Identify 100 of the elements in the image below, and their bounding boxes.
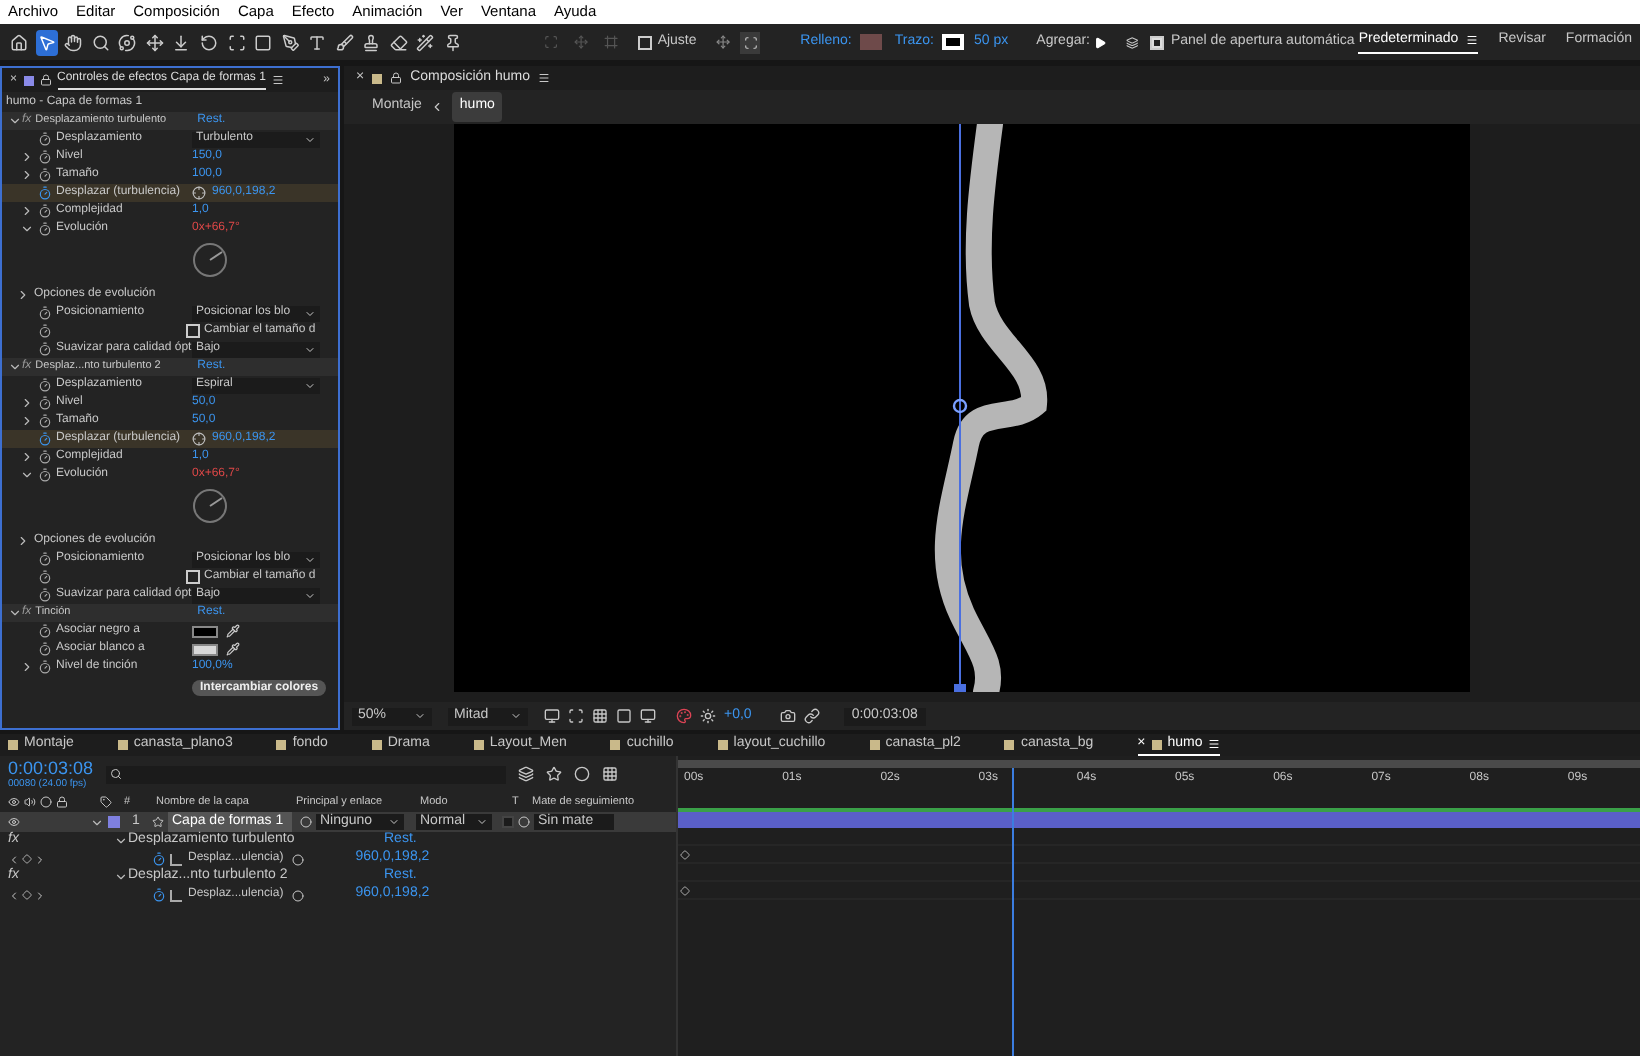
camera-icon[interactable] (779, 708, 796, 724)
label-icon[interactable] (100, 796, 112, 808)
eyedropper-icon[interactable] (226, 624, 240, 638)
fill-swatch[interactable] (859, 34, 883, 50)
keyframe-icon[interactable] (22, 854, 32, 864)
stopwatch-icon[interactable] (38, 204, 52, 218)
lock-icon[interactable] (39, 74, 52, 86)
menu-icon[interactable] (271, 74, 284, 86)
home-tool-button[interactable] (8, 29, 32, 55)
pin-tool-button[interactable] (441, 29, 465, 55)
previous-keyframe-icon[interactable] (8, 889, 20, 901)
keyframe-icon (680, 849, 690, 859)
pick-whip-icon[interactable] (291, 853, 304, 865)
orbit-tool-button[interactable] (116, 29, 140, 55)
lock-icon[interactable] (390, 72, 403, 84)
stroke-swatch[interactable] (941, 34, 965, 50)
stopwatch-icon[interactable] (38, 306, 52, 320)
checkbox[interactable] (186, 570, 200, 584)
pick-whip-icon[interactable] (291, 889, 304, 901)
stopwatch-icon[interactable] (38, 432, 52, 446)
pick-whip-icon[interactable] (518, 816, 530, 828)
stopwatch-icon[interactable] (38, 588, 52, 602)
stopwatch-icon[interactable] (38, 168, 52, 182)
stopwatch-icon[interactable] (38, 342, 52, 356)
eye-icon[interactable] (8, 816, 20, 828)
checkbox[interactable] (637, 35, 652, 49)
color-swatch[interactable] (192, 643, 218, 655)
speaker-icon[interactable] (24, 796, 36, 808)
monitor-icon[interactable] (544, 708, 560, 724)
current-timecode[interactable]: 0:00:03:08 (8, 758, 94, 778)
next-keyframe-icon[interactable] (34, 889, 46, 901)
label-color[interactable] (108, 816, 120, 828)
chevron-down-icon (304, 133, 316, 145)
chevron-icon (429, 100, 444, 114)
stopwatch-icon[interactable] (38, 378, 52, 392)
stopwatch-icon[interactable] (38, 660, 52, 674)
stopwatch-icon[interactable] (152, 852, 166, 866)
menu-icon[interactable] (1208, 738, 1221, 750)
stopwatch-icon[interactable] (38, 570, 52, 584)
type-icon (308, 33, 327, 51)
brush-icon (335, 33, 354, 51)
star-icon[interactable] (545, 766, 562, 782)
stopwatch-icon[interactable] (38, 450, 52, 464)
monitor-icon[interactable] (640, 708, 656, 724)
square-icon[interactable] (616, 708, 632, 724)
hand-tool-button[interactable] (62, 29, 86, 55)
next-keyframe-icon[interactable] (34, 853, 46, 865)
dial-drawing[interactable] (192, 242, 228, 278)
pen-icon (281, 33, 300, 51)
stopwatch-icon[interactable] (38, 414, 52, 428)
stopwatch-icon[interactable] (38, 552, 52, 566)
scan-icon (227, 33, 246, 51)
pointer-tool-button[interactable] (35, 29, 59, 55)
grid-icon[interactable] (592, 708, 608, 724)
home-icon (10, 33, 29, 51)
stopwatch-icon[interactable] (38, 222, 52, 236)
crosshair-icon[interactable] (192, 186, 206, 200)
checkbox[interactable] (186, 324, 200, 338)
scan-icon[interactable] (568, 708, 584, 724)
stopwatch-icon[interactable] (38, 624, 52, 638)
wand-tool-button[interactable] (413, 29, 437, 55)
dial-drawing[interactable] (192, 488, 228, 524)
layers-icon[interactable] (517, 766, 534, 782)
chevron-down-icon (304, 379, 316, 391)
label-swatch (23, 75, 34, 85)
pick-whip-icon[interactable] (300, 816, 312, 828)
color-swatch[interactable] (192, 625, 218, 637)
lock-icon[interactable] (56, 796, 68, 808)
previous-keyframe-icon[interactable] (8, 853, 20, 865)
pen-tool-button[interactable] (278, 29, 302, 55)
stamp-tool-button[interactable] (359, 29, 383, 55)
crosshair-icon[interactable] (192, 432, 206, 446)
stopwatch-icon[interactable] (38, 324, 52, 338)
search-field[interactable] (105, 765, 506, 783)
brush-tool-button[interactable] (332, 29, 356, 55)
link-icon[interactable] (803, 708, 820, 724)
sun-icon[interactable] (700, 708, 716, 724)
eyedropper-icon[interactable] (226, 642, 240, 656)
checkbox[interactable] (1150, 35, 1165, 49)
eraser-icon (389, 33, 408, 51)
palette-icon[interactable] (676, 708, 692, 724)
stopwatch-icon[interactable] (38, 186, 52, 200)
chevron-down-icon (304, 343, 316, 355)
stopwatch-icon[interactable] (38, 642, 52, 656)
eye-icon[interactable] (8, 796, 20, 808)
menu-icon[interactable] (538, 72, 551, 84)
solo-icon[interactable] (40, 796, 52, 808)
move-icon[interactable] (716, 34, 731, 50)
expand-button[interactable] (740, 31, 761, 53)
keyframe-icon[interactable] (22, 890, 32, 900)
stopwatch-icon[interactable] (152, 888, 166, 902)
stopwatch-icon[interactable] (38, 396, 52, 410)
eraser-tool-button[interactable] (386, 29, 410, 55)
play-icon[interactable] (1094, 35, 1107, 49)
circle-icon[interactable] (573, 766, 590, 782)
move-tool-button[interactable] (143, 29, 167, 55)
stopwatch-icon[interactable] (38, 468, 52, 482)
wand-icon (416, 33, 435, 51)
stopwatch-icon[interactable] (38, 150, 52, 164)
stopwatch-icon[interactable] (38, 132, 52, 146)
